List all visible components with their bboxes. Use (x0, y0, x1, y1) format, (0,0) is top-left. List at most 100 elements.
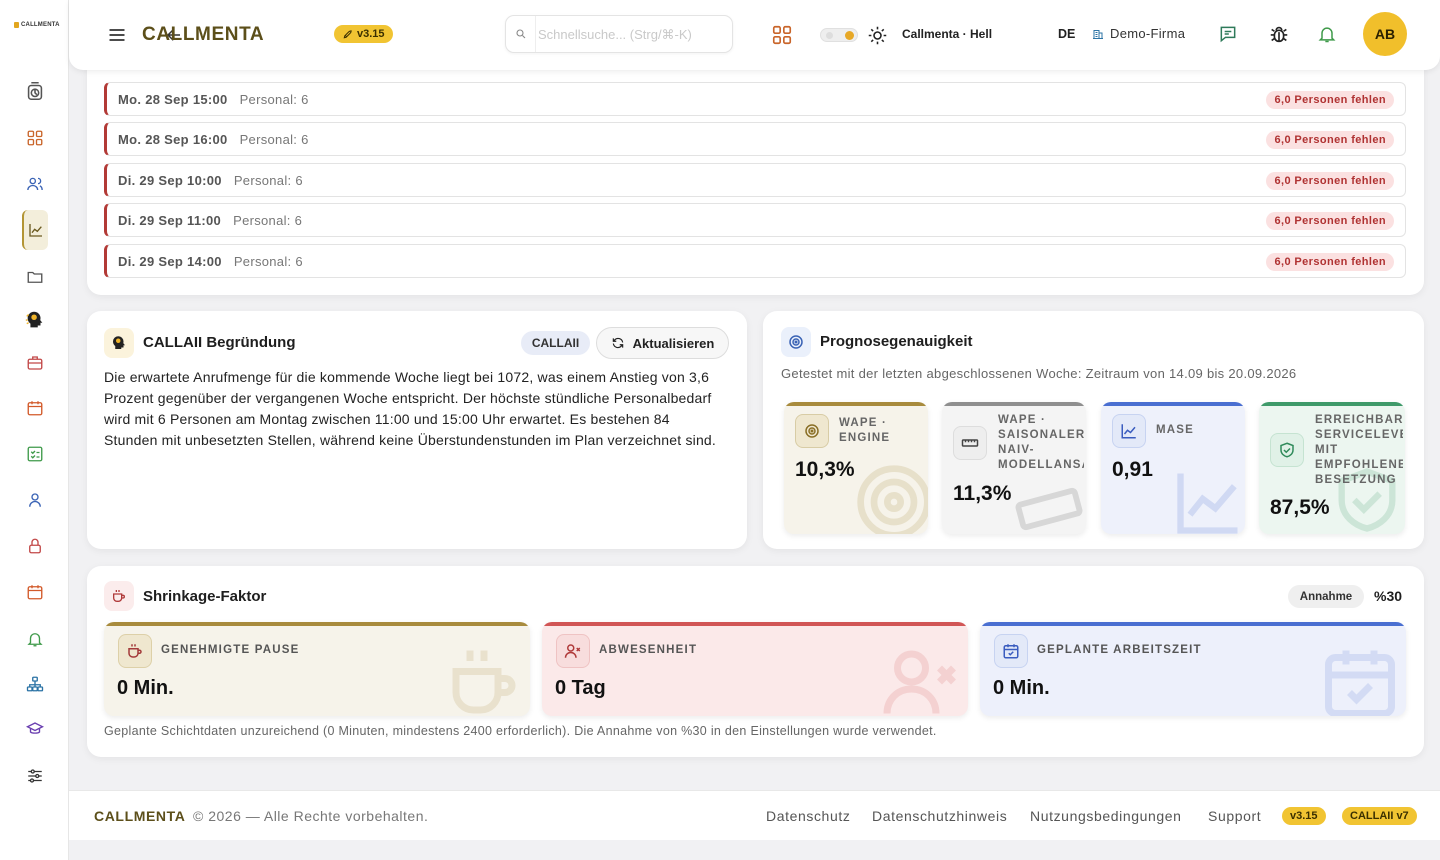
target-icon (795, 414, 829, 448)
sidebar-item-ai[interactable] (22, 307, 48, 333)
shrinkage-item-absence: ABWESENHEIT 0 Tag (542, 622, 968, 716)
sidebar-item-timer[interactable] (22, 78, 48, 104)
shrinkage-label: GENEHMIGTE PAUSE (161, 644, 300, 656)
sidebar-item-forecast[interactable] (22, 210, 48, 250)
metric-card-mase: MASE 0,91 (1101, 402, 1245, 534)
coffee-icon (104, 581, 134, 611)
avatar[interactable]: AB (1363, 12, 1407, 56)
bug-report-button[interactable] (1268, 23, 1290, 45)
chart-line-icon-watermark (1177, 473, 1238, 534)
sidebar-item-team[interactable] (22, 171, 48, 197)
user-icon (29, 493, 41, 507)
sidebar-item-org[interactable] (22, 671, 48, 697)
sliders-icon (28, 769, 42, 783)
reasoning-text: Die erwartete Anrufmenge für die kommend… (104, 369, 717, 448)
refresh-icon (612, 337, 623, 349)
theme-toggle[interactable] (820, 28, 858, 42)
sidebar-item-files[interactable] (22, 264, 48, 290)
coffee-icon-watermark (452, 650, 516, 714)
footer-brand: CALLMENTA (94, 808, 186, 824)
reasoning-title: CALLAII Begründung (143, 334, 296, 351)
accuracy-title: Prognosegenauigkeit (820, 333, 973, 350)
refresh-button[interactable]: Aktualisieren (596, 327, 729, 359)
chart-line-icon (29, 224, 42, 237)
footer-link-support[interactable]: Support (1208, 808, 1261, 824)
metric-value: 10,3% (795, 458, 855, 481)
assumption-badge: Annahme (1288, 585, 1364, 608)
sidebar-item-schedule[interactable] (22, 579, 48, 605)
bell-icon (1318, 27, 1336, 43)
shrinkage-label: GEPLANTE ARBEITSZEIT (1037, 644, 1202, 656)
folder-icon (27, 271, 43, 283)
users-icon (27, 177, 43, 191)
ruler-icon (953, 426, 987, 460)
metric-card-wape-naive: WAPE · SAISONALER NAIV-MODELLANSATZ 11,3… (942, 402, 1086, 534)
row-personnel: Personal: 6 (233, 253, 303, 269)
row-personnel: Personal: 6 (233, 212, 303, 228)
shrinkage-accent-bar (542, 622, 968, 626)
sidebar-item-dashboard[interactable] (22, 125, 48, 151)
row-datetime: Di. 29 Sep 10:00 (118, 172, 222, 188)
shrinkage-note: Geplante Schichtdaten unzureichend (0 Mi… (104, 724, 937, 738)
sidebar-item-tasks[interactable] (22, 441, 48, 467)
row-datetime: Mo. 28 Sep 16:00 (118, 131, 228, 147)
toggle-track-dot (826, 32, 833, 39)
shrinkage-title: Shrinkage-Faktor (143, 588, 267, 605)
accuracy-subtitle: Getestet mit der letzten abgeschlossenen… (781, 366, 1297, 381)
notifications-button[interactable] (1317, 24, 1337, 44)
bell-icon (27, 633, 43, 647)
calendar-icon (27, 401, 43, 416)
sidebar-item-training[interactable] (22, 716, 48, 742)
row-personnel: Personal: 6 (233, 172, 303, 188)
metric-value: 11,3% (953, 482, 1012, 505)
search-input[interactable] (538, 20, 728, 48)
row-personnel: Personal: 6 (239, 91, 309, 107)
messages-button[interactable] (1218, 24, 1238, 44)
row-datetime: Di. 29 Sep 14:00 (118, 253, 222, 269)
menu-button[interactable] (106, 25, 128, 45)
bug-icon (1270, 26, 1288, 43)
shrinkage-label: ABWESENHEIT (599, 644, 698, 656)
app-brand[interactable]: CALLMENTA (142, 24, 264, 46)
sun-icon (867, 25, 888, 46)
shrinkage-item-planned: GEPLANTE ARBEITSZEIT 0 Min. (980, 622, 1406, 716)
briefcase-icon (27, 356, 43, 370)
sidebar-item-notifications[interactable] (22, 626, 48, 652)
app-logo[interactable]: CALLMENTA (14, 22, 60, 28)
language-switch[interactable]: DE (1058, 27, 1075, 41)
calendar-check-icon-watermark (1325, 650, 1395, 716)
shortage-row: Di. 29 Sep 11:00 Personal: 6 6,0 Personen … (104, 203, 1406, 237)
shrinkage-item-pause: GENEHMIGTE PAUSE 0 Min. (104, 622, 530, 716)
shield-check-icon (1270, 433, 1304, 467)
missing-badge: 6,0 Personen fehlen (1266, 253, 1394, 271)
apps-button[interactable] (771, 24, 793, 46)
metric-value: 0,91 (1112, 458, 1153, 481)
target-icon-watermark (857, 465, 928, 534)
shortage-row: Mo. 28 Sep 16:00 Personal: 6 6,0 Personen … (104, 122, 1406, 156)
sidebar-item-security[interactable] (22, 533, 48, 559)
toggle-knob (845, 31, 854, 40)
missing-badge: 6,0 Personen fehlen (1266, 212, 1394, 230)
timer-icon (27, 81, 43, 101)
sidebar-item-jobs[interactable] (22, 350, 48, 376)
version-text: v3.15 (357, 28, 385, 40)
footer-link-privacy-notice[interactable]: Datenschutzhinweis (872, 808, 1007, 824)
sidebar-item-settings[interactable] (22, 763, 48, 789)
coffee-icon (118, 634, 152, 668)
company-name: Demo-Firma (1110, 26, 1186, 41)
metric-accent-bar (1259, 402, 1405, 406)
row-personnel: Personal: 6 (239, 131, 309, 147)
row-datetime: Di. 29 Sep 11:00 (118, 212, 222, 228)
metric-label: MASE (1156, 424, 1195, 436)
rocket-icon (343, 29, 352, 38)
footer-link-terms[interactable]: Nutzungsbedingungen (1030, 808, 1182, 824)
company-switch[interactable]: Demo-Firma (1092, 26, 1185, 41)
calendar-check-icon (994, 634, 1028, 668)
sidebar-item-profile[interactable] (22, 487, 48, 513)
shortage-row: Di. 29 Sep 14:00 Personal: 6 6,0 Personen … (104, 244, 1406, 278)
footer-link-privacy[interactable]: Datenschutz (766, 808, 850, 824)
row-datetime: Mo. 28 Sep 15:00 (118, 91, 228, 107)
search-icon (506, 16, 536, 52)
chart-line-icon (1112, 414, 1146, 448)
sidebar-item-calendar[interactable] (22, 395, 48, 421)
